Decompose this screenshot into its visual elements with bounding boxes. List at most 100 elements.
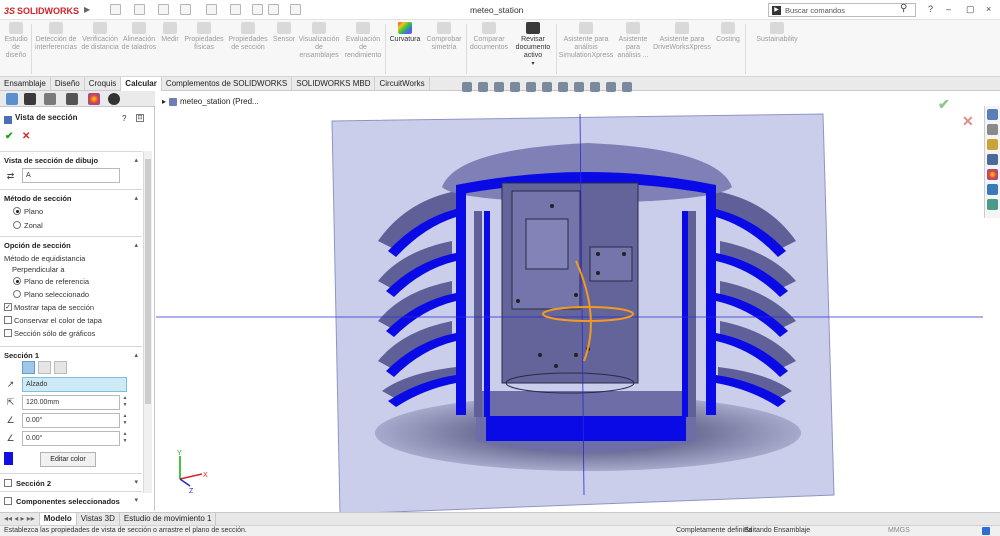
checkbox-section-2[interactable]: [4, 479, 12, 487]
plane-top-toggle-icon[interactable]: [38, 361, 51, 374]
view-orientation-icon[interactable]: [542, 82, 552, 92]
plane-right-toggle-icon[interactable]: [54, 361, 67, 374]
rotation-x-input[interactable]: 0.00°: [22, 413, 120, 428]
reference-plane-field[interactable]: Alzado: [22, 377, 127, 392]
performance-evaluation-button[interactable]: Evaluación de rendimiento: [342, 22, 384, 60]
restore-button[interactable]: ▢: [966, 4, 975, 15]
property-manager-tab-icon[interactable]: [24, 93, 36, 105]
check-active-document-button[interactable]: Revisar documento activo ▾: [512, 22, 554, 68]
zoom-area-icon[interactable]: [478, 82, 488, 92]
search-type-icon[interactable]: ▶: [772, 6, 781, 15]
search-icon[interactable]: ⚲: [900, 3, 907, 14]
cancel-x-icon[interactable]: ✕: [22, 131, 30, 142]
radio-zonal[interactable]: [13, 221, 21, 229]
design-study-button[interactable]: Estudio de diseño: [2, 22, 30, 60]
display-style-icon[interactable]: [558, 82, 568, 92]
costing-button[interactable]: Costing: [713, 22, 743, 44]
feature-tree-flyout[interactable]: ▸ meteo_station (Pred...: [162, 97, 259, 106]
dynamic-annotation-icon[interactable]: [526, 82, 536, 92]
help-icon[interactable]: ?: [928, 4, 933, 14]
tab-solidworks-mbd[interactable]: SOLIDWORKS MBD: [292, 77, 376, 91]
sustainability-button[interactable]: Sustainability: [750, 22, 804, 44]
sensor-button[interactable]: Sensor: [271, 22, 297, 44]
checkbox-keep-cap-color[interactable]: [4, 316, 12, 324]
status-info-icon[interactable]: [982, 527, 990, 535]
drawing-label-field[interactable]: A: [22, 168, 120, 183]
tab-croquis[interactable]: Croquis: [85, 77, 122, 91]
panel-scrollbar[interactable]: [143, 151, 152, 493]
assembly-visualization-button[interactable]: Visualización de ensamblajes: [298, 22, 340, 60]
file-explorer-icon[interactable]: [987, 139, 998, 150]
search-commands-input[interactable]: ▶ Buscar comandos: [768, 3, 916, 17]
design-library-icon[interactable]: [987, 124, 998, 135]
view-palette-icon[interactable]: [987, 154, 998, 165]
undo-icon[interactable]: [206, 4, 217, 15]
clearance-verification-button[interactable]: Verificación de distancia: [81, 22, 119, 52]
tab-modelo[interactable]: Modelo: [39, 513, 77, 525]
expand-arrow-icon[interactable]: ▸: [162, 97, 166, 106]
rebuild-icon[interactable]: [252, 4, 263, 15]
tab-circuitworks[interactable]: CircuitWorks: [375, 77, 430, 91]
dropdown-arrow-icon[interactable]: ▾: [512, 60, 554, 68]
confirm-corner-check-icon[interactable]: ✔: [938, 96, 950, 113]
solidworks-resources-icon[interactable]: [987, 109, 998, 120]
collapse-chevron-icon[interactable]: ▴: [134, 194, 138, 202]
checkbox-selected-components[interactable]: [4, 497, 12, 505]
select-icon[interactable]: [230, 4, 241, 15]
radio-plano[interactable]: [13, 207, 21, 215]
tab-complementos[interactable]: Complementos de SOLIDWORKS: [162, 77, 293, 91]
measure-button[interactable]: Medir: [158, 22, 182, 44]
status-units[interactable]: MMGS: [888, 526, 910, 536]
hide-show-icon[interactable]: [574, 82, 584, 92]
model-viewport-svg[interactable]: Y X Z: [156, 91, 983, 512]
minimize-button[interactable]: –: [946, 4, 951, 14]
tab-motion-study[interactable]: Estudio de movimiento 1: [120, 513, 217, 525]
scrollbar-thumb[interactable]: [145, 159, 151, 404]
simulationxpress-button[interactable]: Asistente para análisis SimulationXpress: [558, 22, 614, 60]
analysis-wizard-button[interactable]: Asistente para análisis ...: [615, 22, 651, 60]
mass-properties-button[interactable]: Propiedades físicas: [183, 22, 225, 52]
new-document-icon[interactable]: [110, 4, 121, 15]
secondary-module[interactable]: [589, 246, 633, 282]
plane-front-toggle-icon[interactable]: [22, 361, 35, 374]
ok-check-icon[interactable]: ✔: [5, 131, 13, 142]
hole-alignment-button[interactable]: Alineación de taladros: [121, 22, 157, 52]
view-settings-icon[interactable]: [622, 82, 632, 92]
compare-documents-button[interactable]: Comparar documentos: [468, 22, 510, 52]
collapse-chevron-icon[interactable]: ▴: [134, 241, 138, 249]
appearances-icon[interactable]: [987, 169, 998, 180]
checkbox-show-cap[interactable]: ✓: [4, 303, 12, 311]
check-symmetry-button[interactable]: Comprobar simetría: [424, 22, 464, 52]
tab-ensamblaje[interactable]: Ensamblaje: [0, 77, 51, 91]
curvature-button[interactable]: Curvatura: [387, 22, 423, 44]
offset-distance-input[interactable]: 120.00mm: [22, 395, 120, 410]
edit-color-button[interactable]: Editar color: [40, 452, 96, 467]
expand-arrow-icon[interactable]: ▶: [84, 5, 90, 14]
options-gear-icon[interactable]: [290, 4, 301, 15]
dimxpert-tab-icon[interactable]: [66, 93, 78, 105]
expand-chevron-icon[interactable]: ▾: [134, 496, 138, 504]
configuration-manager-tab-icon[interactable]: [44, 93, 56, 105]
rotation-x-spinner[interactable]: ▲ ▼: [122, 413, 128, 428]
feature-manager-tab-icon[interactable]: [6, 93, 18, 105]
radio-selected-plane[interactable]: [13, 290, 21, 298]
zoom-to-fit-icon[interactable]: [462, 82, 472, 92]
tab-scroll-arrows[interactable]: ◂◂ ◂ ▸ ▸▸: [0, 513, 40, 525]
expand-chevron-icon[interactable]: ▾: [134, 478, 138, 486]
rotation-y-input[interactable]: 0.00°: [22, 431, 120, 446]
custom-properties-icon[interactable]: [987, 184, 998, 195]
interference-detection-button[interactable]: Detección de interferencias: [33, 22, 79, 52]
collapse-chevron-icon[interactable]: ▴: [134, 351, 138, 359]
radio-reference-plane[interactable]: [13, 277, 21, 285]
help-icon[interactable]: ?: [122, 114, 126, 123]
confirm-corner-cancel-icon[interactable]: ✕: [962, 113, 974, 130]
sensor-module[interactable]: [525, 218, 569, 270]
solidworks-logo[interactable]: 3S SOLIDWORKS: [4, 4, 79, 17]
graphics-area[interactable]: Y X Z: [156, 91, 983, 512]
rotation-y-spinner[interactable]: ▲ ▼: [122, 431, 128, 446]
print-icon[interactable]: [180, 4, 191, 15]
cam-tab-icon[interactable]: [108, 93, 120, 105]
open-document-icon[interactable]: [134, 4, 145, 15]
pin-icon[interactable]: ⊡: [136, 114, 144, 122]
forum-icon[interactable]: [987, 199, 998, 210]
